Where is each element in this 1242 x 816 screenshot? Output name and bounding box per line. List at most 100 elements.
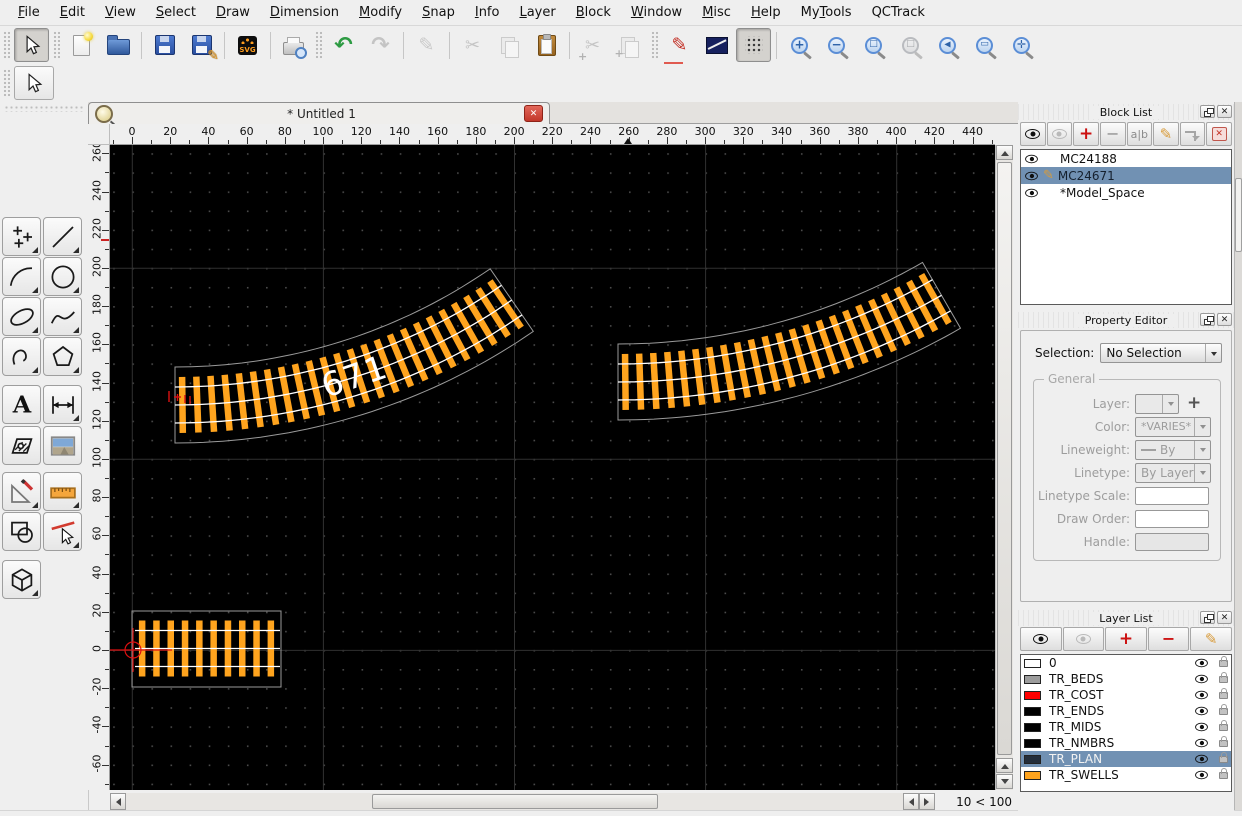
scroll-left-button[interactable] (110, 793, 126, 810)
add-block-button[interactable]: + (1073, 122, 1099, 146)
linetype-scale-input[interactable] (1135, 487, 1209, 505)
line-tool-button[interactable] (43, 217, 82, 256)
open-file-button[interactable] (101, 28, 136, 62)
layer-list-item[interactable]: 0 (1021, 655, 1231, 671)
add-layer-button[interactable]: + (1105, 627, 1147, 651)
eye-icon[interactable] (1025, 154, 1038, 163)
menu-modify[interactable]: Modify (349, 2, 412, 23)
copy-button[interactable] (492, 28, 527, 62)
hide-block-button[interactable] (1047, 122, 1073, 146)
edit-block-button[interactable]: ✎ (1153, 122, 1179, 146)
zoom-auto-button[interactable] (856, 28, 891, 62)
lock-icon[interactable] (1219, 724, 1228, 731)
modify-tool-button[interactable] (43, 512, 82, 551)
image-tool-button[interactable] (43, 426, 82, 465)
block-list-item[interactable]: *Model_Space (1021, 184, 1231, 201)
eye-icon[interactable] (1195, 659, 1208, 668)
block-list-item[interactable]: ✎MC24671 (1021, 167, 1231, 184)
new-file-button[interactable] (64, 28, 99, 62)
polygon-tool-button[interactable] (43, 337, 82, 376)
eye-icon[interactable] (1195, 675, 1208, 684)
tab-close-button[interactable]: ✕ (524, 105, 543, 122)
zoom-in-button[interactable] (782, 28, 817, 62)
remove-layer-button[interactable]: − (1148, 627, 1190, 651)
layer-list-item[interactable]: TR_PLAN (1021, 751, 1231, 767)
hide-layer-button[interactable] (1063, 627, 1105, 651)
save-as-button[interactable]: ✎ (184, 28, 219, 62)
select-arrow-button-2[interactable] (14, 66, 54, 100)
document-tab[interactable]: * Untitled 1 ✕ (88, 102, 550, 124)
add-layer-attribute-button[interactable]: + (1187, 395, 1201, 412)
menu-layer[interactable]: Layer (509, 2, 565, 23)
drawing-canvas[interactable]: 671 (110, 145, 995, 790)
select-arrow-button[interactable] (14, 28, 49, 62)
layer-list-item[interactable]: TR_NMBRS (1021, 735, 1231, 751)
scroll-left-button-2[interactable] (903, 793, 919, 810)
lock-icon[interactable] (1219, 708, 1228, 715)
horizontal-scroll-thumb[interactable] (372, 794, 658, 809)
menu-draw[interactable]: Draw (206, 2, 260, 23)
menu-window[interactable]: Window (621, 2, 692, 23)
eye-icon[interactable] (1195, 707, 1208, 716)
menu-help[interactable]: Help (741, 2, 791, 23)
eye-icon[interactable] (1025, 171, 1038, 180)
show-layer-button[interactable] (1020, 627, 1062, 651)
eye-icon[interactable] (1195, 723, 1208, 732)
canvas-vertical-scrollbar[interactable] (995, 145, 1013, 790)
property-editor-float-button[interactable] (1200, 313, 1215, 326)
layer-list-item[interactable]: TR_COST (1021, 687, 1231, 703)
pen-settings-button[interactable] (699, 28, 734, 62)
layer-list-close-button[interactable]: ✕ (1217, 611, 1232, 624)
points-tool-button[interactable] (2, 217, 41, 256)
layer-list-item[interactable]: TR_BEDS (1021, 671, 1231, 687)
layer-dropdown[interactable] (1135, 394, 1179, 414)
menu-info[interactable]: Info (465, 2, 510, 23)
lock-icon[interactable] (1219, 692, 1228, 699)
zoom-window-button[interactable] (967, 28, 1002, 62)
drafting-tool-button[interactable] (2, 472, 41, 511)
hatch-tool-button[interactable] (2, 426, 41, 465)
eye-icon[interactable] (1195, 755, 1208, 764)
menu-file[interactable]: File (8, 2, 50, 23)
solid-tool-button[interactable] (2, 560, 41, 599)
block-list-close-button[interactable]: ✕ (1217, 105, 1232, 118)
menu-edit[interactable]: Edit (50, 2, 95, 23)
overlap-tool-button[interactable] (2, 512, 41, 551)
property-editor-close-button[interactable]: ✕ (1217, 313, 1232, 326)
draw-pen-button[interactable] (662, 28, 697, 62)
grid-toggle-button[interactable] (736, 28, 771, 62)
zoom-out-button[interactable] (819, 28, 854, 62)
menu-view[interactable]: View (95, 2, 146, 23)
zoom-previous-button[interactable] (893, 28, 928, 62)
menu-dimension[interactable]: Dimension (260, 2, 349, 23)
print-preview-button[interactable] (276, 28, 311, 62)
text-tool-button[interactable]: A (2, 385, 41, 424)
draw-order-input[interactable] (1135, 510, 1209, 528)
rename-block-button[interactable]: a|b (1127, 122, 1153, 146)
vertical-scroll-thumb[interactable] (997, 162, 1012, 755)
selection-dropdown[interactable]: No Selection (1100, 343, 1222, 363)
menu-select[interactable]: Select (146, 2, 206, 23)
linetype-dropdown[interactable]: By Layer (1135, 463, 1211, 483)
save-button[interactable] (147, 28, 182, 62)
ellipse-tool-button[interactable] (2, 297, 41, 336)
eye-icon[interactable] (1025, 188, 1038, 197)
palette-drag-handle[interactable] (4, 105, 84, 112)
zoom-pan-button[interactable] (1004, 28, 1039, 62)
insert-block-button[interactable] (1180, 122, 1206, 146)
block-list-item[interactable]: MC24188 (1021, 150, 1231, 167)
menu-misc[interactable]: Misc (692, 2, 741, 23)
lock-icon[interactable] (1219, 772, 1228, 779)
dock-scroll-thumb[interactable] (1235, 178, 1242, 252)
menu-snap[interactable]: Snap (412, 2, 465, 23)
lock-icon[interactable] (1219, 676, 1228, 683)
color-dropdown[interactable]: *VARIES* (1135, 417, 1211, 437)
show-block-button[interactable] (1020, 122, 1046, 146)
cut-reference-button[interactable] (575, 28, 610, 62)
spline-tool-button[interactable] (43, 297, 82, 336)
remove-block-button[interactable]: − (1100, 122, 1126, 146)
measure-tool-button[interactable] (43, 472, 82, 511)
scroll-down-button[interactable] (996, 774, 1013, 789)
edit-layer-button[interactable]: ✎ (1190, 627, 1232, 651)
eye-icon[interactable] (1195, 691, 1208, 700)
